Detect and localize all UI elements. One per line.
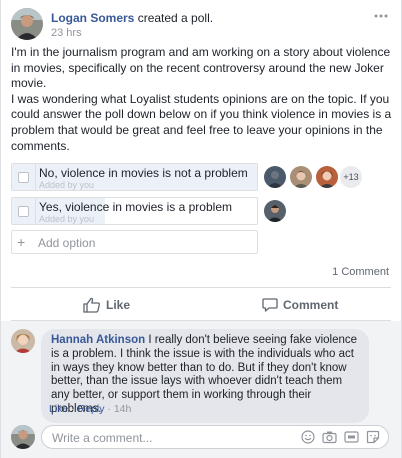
voter-avatar[interactable] — [264, 200, 286, 222]
poll-checkbox[interactable] — [18, 172, 29, 183]
camera-icon[interactable] — [322, 430, 337, 444]
emoji-icon[interactable] — [301, 430, 315, 444]
post-card: Logan Somers created a poll. 23 hrs I'm … — [0, 0, 402, 458]
more-icon[interactable] — [373, 8, 389, 24]
poll-option-label: Yes, violence in movies is a problem — [39, 200, 232, 214]
poll-option-label: No, violence in movies is not a problem — [39, 166, 248, 180]
comment-input[interactable]: Write a comment... — [41, 425, 389, 449]
sticker-icon[interactable] — [366, 430, 380, 444]
separator: · — [71, 403, 75, 415]
author-name[interactable]: Logan Somers — [51, 11, 134, 25]
comment-label: Comment — [283, 298, 339, 312]
like-button[interactable]: Like — [83, 295, 130, 315]
comment-reply-link[interactable]: Reply — [78, 403, 105, 415]
author-avatar[interactable] — [11, 8, 43, 40]
comment-author[interactable]: Hannah Atkinson — [51, 334, 145, 346]
post-paragraph: I'm in the journalism program and am wor… — [11, 45, 391, 91]
add-option-placeholder: Add option — [38, 236, 96, 250]
post-header: Logan Somers created a poll. 23 hrs — [11, 8, 391, 44]
poll-option-yes[interactable]: Yes, violence in movies is a problem Add… — [11, 197, 258, 225]
poll-option-added-by: Added by you — [39, 180, 95, 190]
poll-option-no[interactable]: No, violence in movies is not a problem … — [11, 163, 258, 191]
poll-checkbox[interactable] — [18, 206, 29, 217]
add-option-field[interactable]: + Add option — [11, 230, 258, 254]
poll-divider — [35, 164, 36, 190]
post-action-text: created a poll. — [134, 11, 214, 25]
more-voters-badge[interactable]: +13 — [340, 166, 362, 188]
poll-option-added-by: Added by you — [39, 214, 95, 224]
commenter-avatar[interactable] — [11, 329, 35, 353]
comment-count[interactable]: 1 Comment — [332, 266, 389, 278]
voter-avatar[interactable] — [264, 166, 286, 188]
current-user-avatar[interactable] — [11, 425, 35, 449]
divider — [11, 287, 391, 288]
voter-avatar[interactable] — [290, 166, 312, 188]
author-line: Logan Somers created a poll. — [51, 11, 213, 25]
composer-icons — [301, 430, 380, 444]
gif-icon[interactable] — [344, 430, 359, 444]
voter-avatar[interactable] — [316, 166, 338, 188]
comment-button[interactable]: Comment — [262, 295, 338, 315]
like-label: Like — [106, 298, 131, 312]
poll-divider — [35, 198, 36, 224]
like-icon — [83, 297, 100, 313]
post-body: I'm in the journalism program and am wor… — [11, 45, 393, 154]
comment-icon — [262, 298, 278, 312]
comment-like-link[interactable]: Like — [49, 403, 68, 415]
plus-icon: + — [17, 234, 26, 250]
separator: · — [107, 403, 111, 415]
comment-actions: Like · Reply · 14h — [49, 403, 131, 415]
post-paragraph: I was wondering what Loyalist students o… — [11, 91, 392, 153]
comment-input-placeholder: Write a comment... — [52, 431, 153, 445]
post-timestamp[interactable]: 23 hrs — [51, 27, 82, 39]
comment-time[interactable]: 14h — [114, 403, 132, 415]
